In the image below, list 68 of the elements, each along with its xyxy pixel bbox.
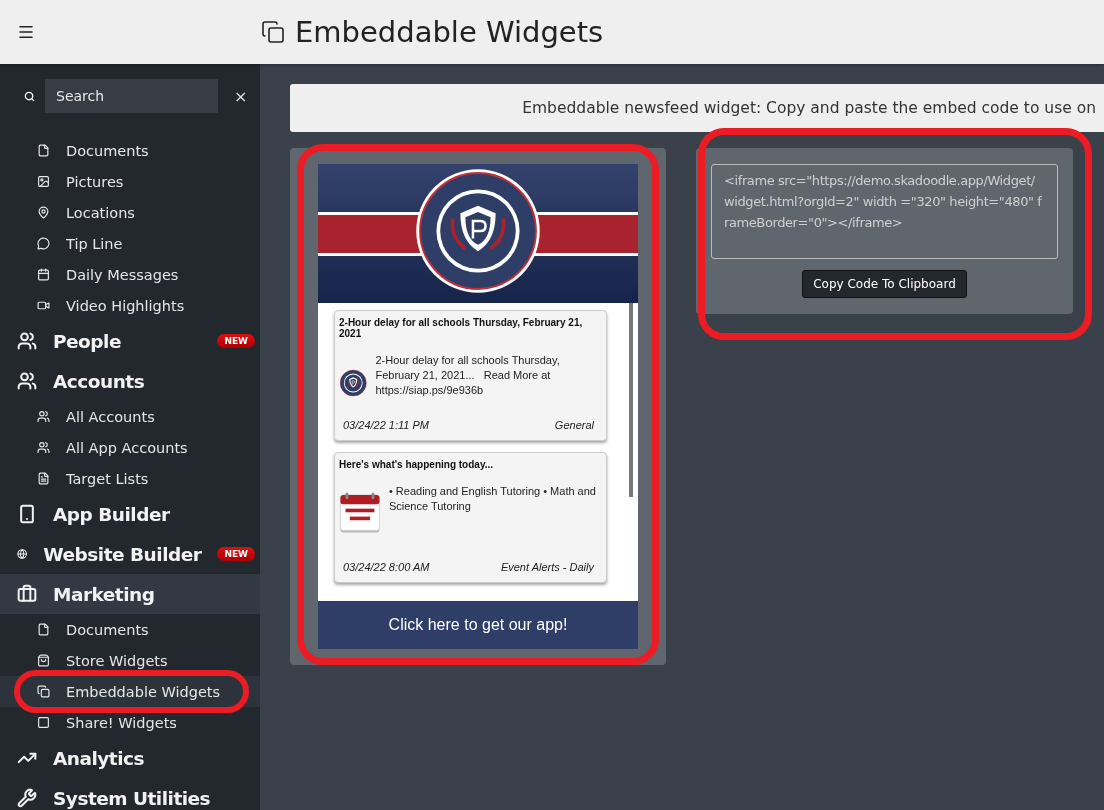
section-icon (17, 371, 37, 391)
card-title: Here's what's happening today... (339, 459, 495, 470)
section-icon (17, 504, 37, 524)
sidebar-item[interactable]: Daily Messages (0, 259, 260, 290)
item-icon (37, 623, 50, 636)
new-badge: NEW (217, 334, 255, 348)
sidebar-item[interactable]: Embeddable Widgets (0, 676, 260, 707)
sidebar-section[interactable]: People NEW (0, 321, 260, 361)
search-field[interactable]: Search (45, 79, 218, 113)
sidebar-item[interactable]: Video Highlights (0, 290, 260, 321)
item-icon (37, 268, 50, 281)
section-label: App Builder (53, 503, 170, 525)
sidebar-item[interactable]: Store Widgets (0, 645, 260, 676)
section-label: People (53, 330, 121, 352)
section-label: Analytics (53, 747, 145, 769)
card-category: Event Alerts - Daily (500, 561, 594, 573)
news-card[interactable]: 2-Hour delay for all schools Thursday, February 21, 2021 2-Hour delay for all schools Thursday, February 21, 2021... Read More at https://siap.ps/9e936b 03/24/22 1:11 PM General (334, 310, 607, 441)
section-icon (17, 584, 37, 604)
section-icon (17, 331, 37, 351)
item-icon (37, 441, 50, 454)
section-label: Accounts (53, 370, 145, 392)
sidebar-item[interactable]: Pictures (0, 166, 260, 197)
sidebar-item[interactable]: All Accounts (0, 401, 260, 432)
item-icon (37, 716, 50, 729)
sidebar-item[interactable]: Share! Widgets (0, 707, 260, 738)
sidebar-item[interactable]: Locations (0, 197, 260, 228)
new-badge: NEW (217, 547, 255, 561)
banner-text: Embeddable newsfeed widget: Copy and paste the embed code to use on (522, 99, 1096, 117)
item-icon (37, 144, 50, 157)
card-date: 03/24/22 8:00 AM (343, 561, 430, 573)
sidebar-item[interactable]: Tip Line (0, 228, 260, 259)
sidebar-item[interactable]: Documents (0, 135, 260, 166)
news-card[interactable]: Here's what's happening today... • Reading and English Tutoring • Math and Science Tutoring 03/24/22 8:00 AM Event Alerts - Daily (334, 452, 607, 583)
menu-button[interactable] (17, 23, 35, 41)
section-icon (17, 788, 37, 808)
windows-icon (261, 20, 285, 44)
scrollbar[interactable] (629, 303, 633, 497)
page-title: Embeddable Widgets (295, 15, 604, 49)
sidebar-section[interactable]: Accounts (0, 361, 260, 401)
item-icon (37, 237, 50, 250)
section-label: System Utilities (53, 787, 211, 809)
sidebar-item[interactable]: Target Lists (0, 463, 260, 494)
sidebar-section[interactable]: Marketing (0, 574, 260, 614)
item-icon (37, 472, 50, 485)
copy-button[interactable]: Copy Code To Clipboard (802, 270, 967, 298)
card-text: 2-Hour delay for all schools Thursday, February 21, 2021... Read More at https://siap.ps/9e936b (375, 353, 561, 398)
sidebar-section[interactable]: Analytics (0, 738, 260, 778)
item-icon (37, 685, 50, 698)
sidebar-section[interactable]: System Utilities (0, 778, 260, 810)
item-icon (37, 654, 50, 667)
card-text: • Reading and English Tutoring • Math and Science Tutoring (388, 484, 597, 514)
item-icon (37, 299, 50, 312)
sidebar-section[interactable]: Website Builder NEW (0, 534, 260, 574)
sidebar-item[interactable]: Documents (0, 614, 260, 645)
section-label: Website Builder (43, 543, 202, 565)
section-label: Marketing (53, 583, 155, 605)
item-icon (37, 206, 50, 219)
card-category: General (554, 419, 594, 431)
item-icon (37, 410, 50, 423)
item-icon (37, 175, 50, 188)
clear-button[interactable]: × (230, 86, 252, 106)
search-icon (24, 90, 35, 102)
embed-code-field[interactable]: <iframe src="https://demo.skadoodle.app/Widget/widget.html?orgId=2" width ="320" height="480" frameBorder="0"></iframe> (711, 164, 1058, 259)
card-title: 2-Hour delay for all schools Thursday, February 21, 2021 (339, 317, 584, 339)
sidebar-section[interactable]: App Builder (0, 494, 260, 534)
get-app-button[interactable]: Click here to get our app! (318, 601, 638, 649)
card-date: 03/24/22 1:11 PM (343, 419, 430, 431)
sidebar-item[interactable]: All App Accounts (0, 432, 260, 463)
